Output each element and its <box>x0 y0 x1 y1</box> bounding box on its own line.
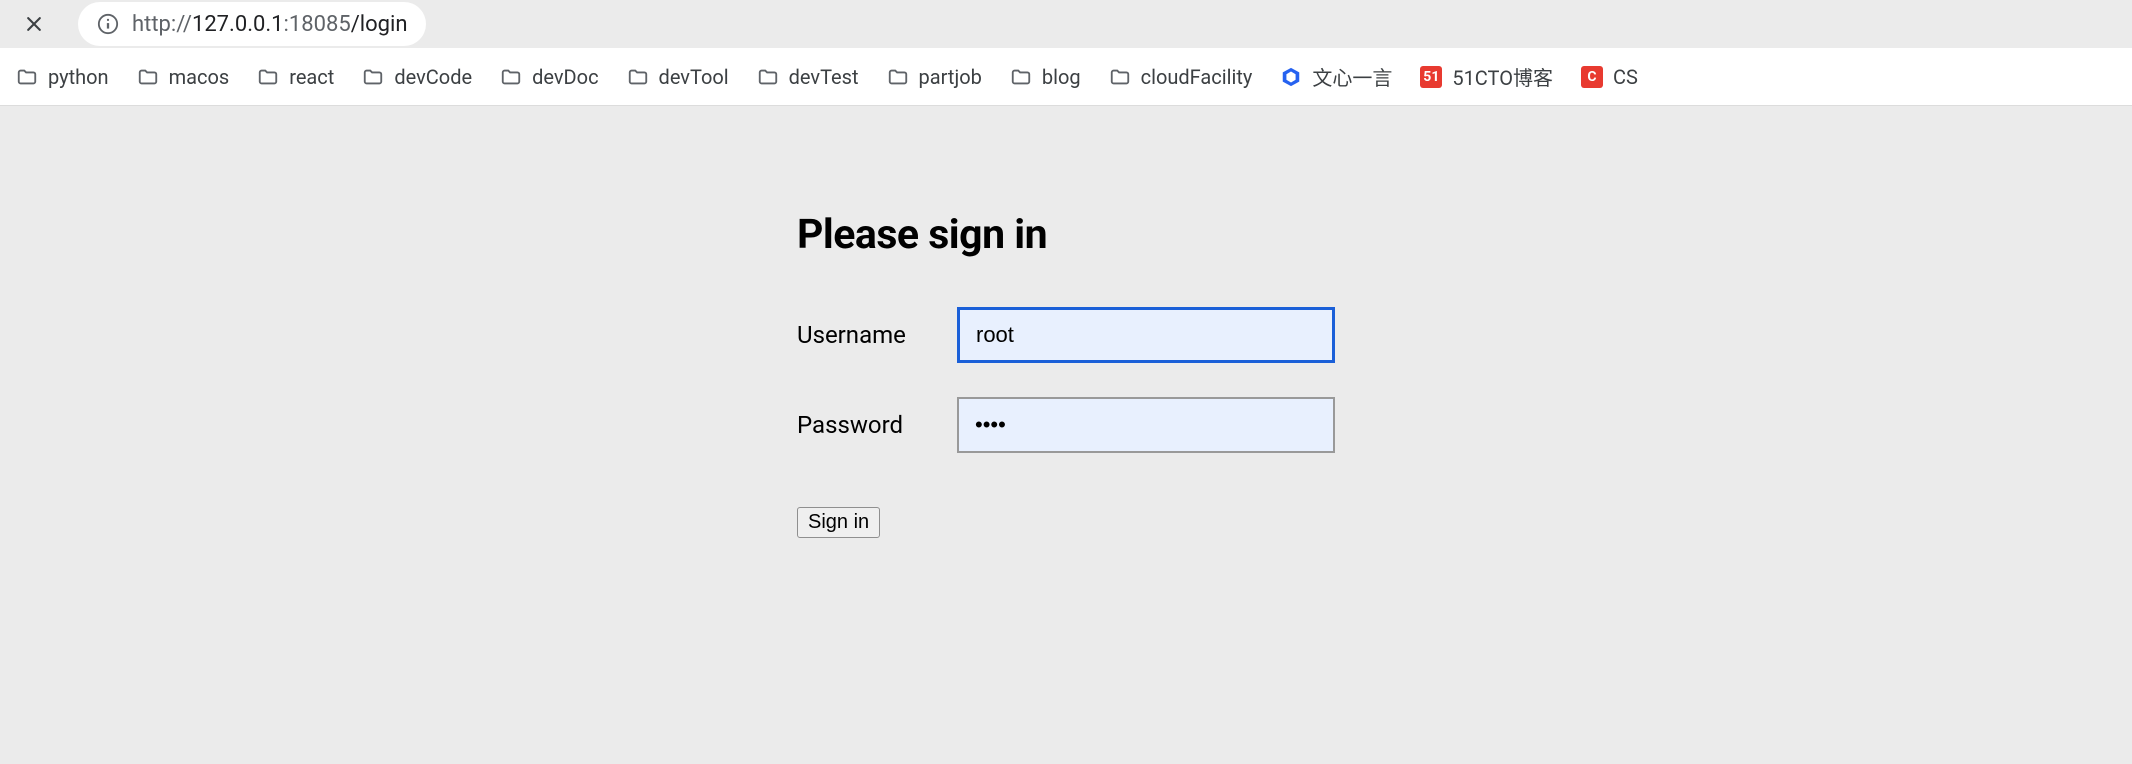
cs-icon: C <box>1581 66 1603 88</box>
bookmarks-bar: python macos react devCode devDoc devToo… <box>0 48 2132 106</box>
bookmark-folder-macos[interactable]: macos <box>123 59 244 95</box>
bookmark-site-cs[interactable]: C CS <box>1567 59 1652 95</box>
folder-icon <box>362 66 384 88</box>
bookmark-folder-react[interactable]: react <box>243 59 348 95</box>
password-label: Password <box>797 411 957 439</box>
folder-icon <box>1010 66 1032 88</box>
bookmark-folder-cloudfacility[interactable]: cloudFacility <box>1095 59 1267 95</box>
login-form: Please sign in Username Password Sign in <box>797 211 1335 538</box>
bookmark-site-51cto[interactable]: 51 51CTO博客 <box>1406 56 1567 97</box>
bookmark-label: devDoc <box>532 65 598 89</box>
close-icon[interactable] <box>20 10 48 38</box>
bookmark-folder-devtool[interactable]: devTool <box>613 59 743 95</box>
folder-icon <box>137 66 159 88</box>
password-row: Password <box>797 397 1335 453</box>
bookmark-label: python <box>48 65 109 89</box>
bookmark-folder-blog[interactable]: blog <box>996 59 1095 95</box>
bookmark-folder-devcode[interactable]: devCode <box>348 59 486 95</box>
username-input[interactable] <box>957 307 1335 363</box>
bookmark-folder-partjob[interactable]: partjob <box>873 59 996 95</box>
signin-button[interactable]: Sign in <box>797 507 880 538</box>
folder-icon <box>500 66 522 88</box>
folder-icon <box>16 66 38 88</box>
bookmark-label: devCode <box>394 65 472 89</box>
address-bar[interactable]: http://127.0.0.1:18085/login <box>78 2 426 46</box>
bookmark-folder-devdoc[interactable]: devDoc <box>486 59 612 95</box>
folder-icon <box>757 66 779 88</box>
username-label: Username <box>797 321 957 349</box>
folder-icon <box>1109 66 1131 88</box>
bookmark-label: 51CTO博客 <box>1452 62 1553 91</box>
bookmark-label: react <box>289 65 334 89</box>
page-content: Please sign in Username Password Sign in <box>0 106 2132 538</box>
bookmark-site-wenxin[interactable]: 文心一言 <box>1266 56 1406 97</box>
folder-icon <box>887 66 909 88</box>
browser-toolbar: http://127.0.0.1:18085/login <box>0 0 2132 48</box>
password-input[interactable] <box>957 397 1335 453</box>
url-text: http://127.0.0.1:18085/login <box>132 12 408 37</box>
folder-icon <box>257 66 279 88</box>
bookmark-label: partjob <box>919 65 982 89</box>
bookmark-folder-devtest[interactable]: devTest <box>743 59 873 95</box>
bookmark-folder-python[interactable]: python <box>2 59 123 95</box>
folder-icon <box>627 66 649 88</box>
bookmark-label: devTest <box>789 65 859 89</box>
username-row: Username <box>797 307 1335 363</box>
bookmark-label: 文心一言 <box>1312 62 1392 91</box>
bookmark-label: devTool <box>659 65 729 89</box>
page-title: Please sign in <box>797 211 1335 259</box>
bookmark-label: macos <box>169 65 230 89</box>
bookmark-label: blog <box>1042 65 1081 89</box>
wenxin-icon <box>1280 66 1302 88</box>
info-icon[interactable] <box>96 12 120 36</box>
bookmark-label: CS <box>1613 65 1638 89</box>
cto51-icon: 51 <box>1420 66 1442 88</box>
bookmark-label: cloudFacility <box>1141 65 1253 89</box>
